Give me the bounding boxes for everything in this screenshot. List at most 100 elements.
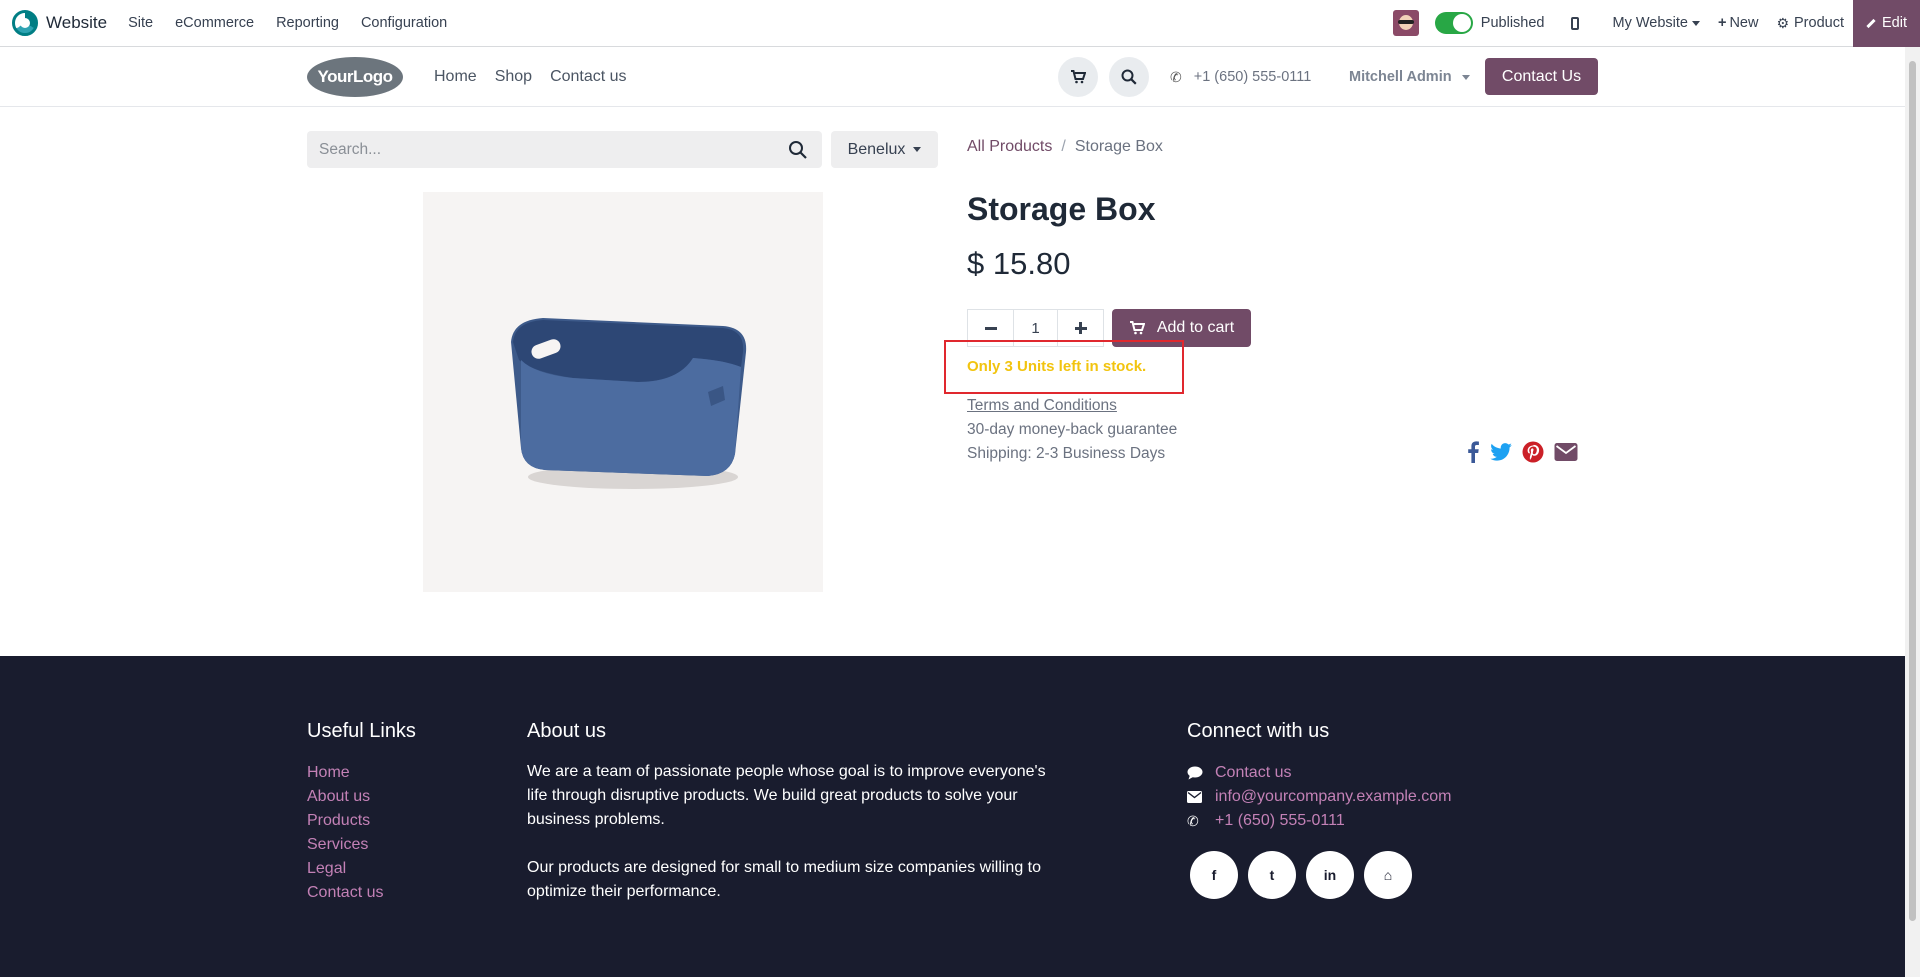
about-paragraph-2: Our products are designed for small to m… [527,859,1042,900]
breadcrumb: All Products / Storage Box [967,138,1163,156]
user-name: Mitchell Admin [1349,69,1452,85]
caret-down-icon [1461,74,1470,80]
odoo-website-app-icon [12,10,38,36]
about-paragraph-1: We are a team of passionate people whose… [527,763,1046,828]
product-name: Storage Box [967,191,1156,227]
website-switcher-label: My Website [1612,15,1688,31]
admin-right-actions: Published My Website + New ⚙ Product Edi… [1392,0,1920,47]
footer-link-home[interactable]: Home [307,761,383,785]
guarantee-text: 30-day money-back guarantee [967,421,1178,438]
footer-link-legal[interactable]: Legal [307,857,383,881]
scrollbar-thumb[interactable] [1909,61,1916,921]
social-home-icon[interactable]: ⌂ [1364,851,1412,899]
product-price: $ 15.80 [967,246,1071,281]
useful-links-list: Home About us Products Services Legal Co… [307,761,383,905]
footer-link-contact-us[interactable]: Contact us [307,881,383,905]
plus-icon: + [1717,15,1727,31]
comment-icon [1187,766,1203,780]
footer-phone: +1 (650) 555-0111 [1215,812,1345,829]
envelope-icon[interactable] [1554,442,1578,462]
breadcrumb-all-products[interactable]: All Products [967,138,1052,156]
footer-contact-link[interactable]: Contact us [1187,761,1452,785]
mobile-preview-button[interactable] [1562,0,1603,46]
social-links: f t in ⌂ [1190,851,1422,899]
site-footer: Useful Links Home About us Products Serv… [0,656,1905,977]
storage-box-image [511,318,747,489]
search-icon[interactable] [788,140,808,160]
connect-heading: Connect with us [1187,720,1330,742]
header-phone-number: +1 (650) 555-0111 [1193,69,1312,85]
add-to-cart-label: Add to cart [1156,319,1235,336]
caret-down-icon [1691,20,1700,26]
contact-us-button[interactable]: Contact Us [1485,58,1598,95]
menu-reporting[interactable]: Reporting [265,0,350,47]
search-icon [1121,69,1137,85]
product-image[interactable] [423,192,823,592]
product-search [307,131,822,168]
stock-warning: Only 3 Units left in stock. [967,358,1147,375]
menu-site[interactable]: Site [117,0,164,47]
website-app-brand[interactable]: Website [0,0,107,46]
contact-list: Contact us info@yourcompany.example.com … [1187,761,1452,833]
plus-icon [1074,322,1087,334]
footer-contact-label: Contact us [1215,764,1292,781]
admin-menu: Site eCommerce Reporting Configuration [117,0,458,47]
product-label: Product [1794,15,1844,31]
user-menu[interactable]: Mitchell Admin [1349,47,1470,107]
product-settings-button[interactable]: ⚙ Product [1767,0,1853,46]
menu-configuration[interactable]: Configuration [350,0,458,47]
new-label: New [1729,15,1759,31]
pinterest-icon[interactable] [1522,441,1544,463]
header-search-button[interactable] [1109,57,1149,97]
pricelist-dropdown[interactable]: Benelux [831,131,938,168]
nav-home[interactable]: Home [434,68,477,86]
company-logo[interactable]: YourLogo [307,57,403,97]
mobile-icon [1571,16,1580,30]
social-facebook-icon[interactable]: f [1190,851,1238,899]
new-button[interactable]: + New [1709,0,1767,46]
footer-link-about-us[interactable]: About us [307,785,383,809]
published-label: Published [1480,15,1545,31]
minus-icon [984,326,997,330]
website-switcher[interactable]: My Website [1603,0,1708,46]
footer-link-products[interactable]: Products [307,809,383,833]
about-us-text: We are a team of passionate people whose… [527,760,1057,928]
social-linkedin-icon[interactable]: in [1306,851,1354,899]
edit-button[interactable]: Edit [1853,0,1920,47]
search-input[interactable] [307,131,747,168]
cart-button[interactable] [1058,57,1098,97]
breadcrumb-separator: / [1061,138,1066,155]
published-toggle[interactable] [1434,12,1473,34]
about-us-heading: About us [527,720,606,742]
footer-email-link[interactable]: info@yourcompany.example.com [1187,785,1452,809]
twitter-icon[interactable] [1490,443,1512,461]
nav-shop[interactable]: Shop [495,68,532,86]
shipping-text: Shipping: 2-3 Business Days [967,445,1166,462]
envelope-icon [1187,791,1203,803]
edit-label: Edit [1882,15,1907,31]
pricelist-label: Benelux [847,140,906,158]
footer-email: info@yourcompany.example.com [1215,788,1452,805]
caret-down-icon [913,147,922,152]
cart-icon [1071,70,1086,84]
breadcrumb-current: Storage Box [1074,138,1163,155]
admin-navbar: Website Site eCommerce Reporting Configu… [0,0,1920,47]
nav-contact-us[interactable]: Contact us [550,68,626,86]
social-twitter-icon[interactable]: t [1248,851,1296,899]
pencil-icon [1866,18,1876,28]
header-phone[interactable]: ✆ +1 (650) 555-0111 [1170,47,1311,107]
main-nav: Home Shop Contact us [434,47,645,107]
gear-icon: ⚙ [1776,14,1790,31]
phone-icon: ✆ [1170,68,1182,85]
footer-link-services[interactable]: Services [307,833,383,857]
share-links [1466,441,1588,463]
menu-ecommerce[interactable]: eCommerce [164,0,265,47]
user-avatar[interactable] [1392,10,1419,36]
facebook-icon[interactable] [1466,441,1480,463]
app-title: Website [46,13,108,32]
cart-icon [1129,321,1145,335]
page-scrollbar[interactable] [1905,47,1920,977]
site-header: YourLogo Home Shop Contact us ✆ +1 (650)… [0,47,1905,107]
terms-and-conditions-link[interactable]: Terms and Conditions [967,397,1117,415]
footer-phone-link[interactable]: ✆ +1 (650) 555-0111 [1187,809,1452,833]
